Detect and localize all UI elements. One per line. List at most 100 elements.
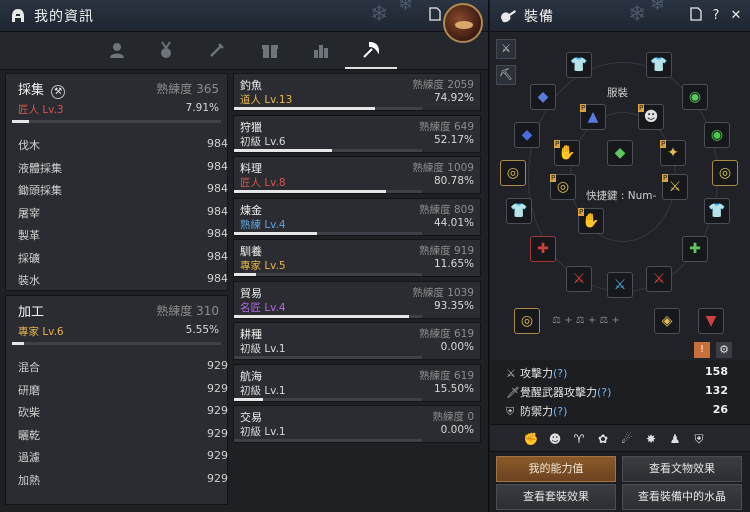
character-avatar[interactable] xyxy=(443,3,483,43)
help-icon[interactable]: ? xyxy=(708,7,724,25)
skill-progress-bar xyxy=(234,356,422,359)
armor-slot-icon[interactable]: 👕 xyxy=(566,52,592,78)
stat-row: ⛨ 防禦力(?) 26 xyxy=(506,403,728,419)
mask-icon[interactable]: ☻ xyxy=(546,430,564,448)
skill-percent: 80.78% xyxy=(433,175,474,187)
costume-sub-slot-icon[interactable]: ⚔ xyxy=(662,174,688,200)
costume-weapon-slot-icon[interactable]: ◎ xyxy=(550,174,576,200)
document-icon[interactable] xyxy=(688,7,704,25)
gold-ring-slot-icon[interactable]: ◎ xyxy=(500,160,526,186)
awakening-weapon-slot-icon[interactable]: ⚔ xyxy=(607,272,633,298)
life-skill-card[interactable]: 航海 熟練度 619 初級 Lv.1 15.50% xyxy=(233,363,481,402)
close-icon[interactable]: ✕ xyxy=(728,7,744,25)
equipment-window: 裝備 ❄ ❄ ? ✕ ⚔ ⛏ 服裝 快捷鍵 : Num- 👕 👕 ◆ ◉ ◆ ◉… xyxy=(490,0,750,512)
costume-hat-slot-icon[interactable]: ▲ xyxy=(580,104,606,130)
equipped-crystals-button[interactable]: 查看裝備中的水晶 xyxy=(622,484,742,510)
tab-stats-chart[interactable] xyxy=(308,38,334,62)
gloves-slot-icon[interactable]: ✚ xyxy=(530,236,556,262)
life-skill-card[interactable]: 狩獵 熟練度 649 初級 Lv.6 52.17% xyxy=(233,114,481,153)
snowflake-decoration: ❄ xyxy=(398,0,414,15)
boots-slot-icon[interactable]: 👕 xyxy=(704,198,730,224)
life-skill-card[interactable]: 貿易 熟練度 1039 名匠 Lv.4 93.35% xyxy=(233,280,481,319)
skill-sub-item: 研磨 929 xyxy=(18,382,228,398)
tab-medal[interactable] xyxy=(153,38,179,62)
stats-panel: ⚔ 攻擊力(?) 158 🗡覺醒武器攻擊力(?) 132 ⛨ 防禦力(?) 26 xyxy=(490,360,750,422)
wolf-icon[interactable]: ✸ xyxy=(642,430,660,448)
skill-level: 名匠 Lv.4 xyxy=(240,301,286,314)
equipment-title-bar: 裝備 ❄ ❄ ? ✕ xyxy=(490,0,750,32)
set-effect-button[interactable]: 查看套裝效果 xyxy=(496,484,616,510)
belt-slot-icon[interactable]: ◉ xyxy=(682,84,708,110)
skill-progress-bar xyxy=(234,190,422,193)
stat-help[interactable]: (?) xyxy=(597,386,611,399)
progress-bar xyxy=(12,342,221,345)
chest-slot-icon[interactable]: 👕 xyxy=(646,52,672,78)
alchemy-stone-slot-icon[interactable]: ◎ xyxy=(514,308,540,334)
stat-help[interactable]: (?) xyxy=(553,405,567,418)
stat-help[interactable]: (?) xyxy=(553,367,567,380)
horns-icon[interactable]: ♈ xyxy=(570,430,588,448)
helmet-slot-icon[interactable]: 👕 xyxy=(506,198,532,224)
weapon-swap-icon[interactable]: ⚔ xyxy=(496,39,516,59)
pickaxe-icon[interactable]: ⛏ xyxy=(496,65,516,85)
costume-label: 服裝 xyxy=(607,87,628,99)
costume-top-slot-icon[interactable]: ☻ xyxy=(638,104,664,130)
sub-item-value: 929 xyxy=(207,359,228,372)
sub-weapon-slot-icon[interactable]: ⚔ xyxy=(646,266,672,292)
level-percent: 7.91% xyxy=(185,102,219,114)
costume-shoes-slot-icon[interactable]: ✋ xyxy=(578,208,604,234)
skill-level: 初級 Lv.1 xyxy=(240,384,286,397)
skill-progress-bar xyxy=(234,397,422,401)
document-icon[interactable] xyxy=(427,7,443,25)
life-skill-card[interactable]: 煉金 熟練度 809 熟練 Lv.4 44.01% xyxy=(233,197,481,236)
skill-name: 馴養 xyxy=(240,245,262,258)
sub-item-value: 984 xyxy=(207,159,228,173)
tab-tools[interactable] xyxy=(204,38,230,62)
skill-percent: 74.92% xyxy=(433,92,474,104)
life-skill-card[interactable]: 馴養 熟練度 919 專家 Lv.5 11.65% xyxy=(233,239,481,277)
dragon-icon[interactable]: ☄ xyxy=(618,430,636,448)
skill-name: 貿易 xyxy=(240,286,262,300)
equipment-slots-area: ⚔ ⛏ 服裝 快捷鍵 : Num- 👕 👕 ◆ ◉ ◆ ◉ ◎ ◎ 👕 👕 ✚ … xyxy=(490,32,750,360)
fist-icon[interactable]: ✊ xyxy=(522,430,540,448)
sub-item-name: 伐木 xyxy=(18,139,40,152)
costume-gloves-slot-icon[interactable]: ✋ xyxy=(554,140,580,166)
life-skill-card[interactable]: 釣魚 熟練度 2059 道人 Lv.13 74.92% xyxy=(233,73,481,111)
skill-name: 交易 xyxy=(240,411,262,424)
skill-sub-item: 鋤頭採集 984 xyxy=(18,182,228,198)
exclamation-icon[interactable]: ! xyxy=(694,342,710,358)
paw-icon[interactable]: ✿ xyxy=(594,430,612,448)
category-title: 採集 ⚒ xyxy=(18,79,66,99)
artifact-slot-icon[interactable]: ▼ xyxy=(698,308,724,334)
ring-slot-icon[interactable]: ◉ xyxy=(704,122,730,148)
proficiency: 熟練度 809 xyxy=(419,203,474,216)
tab-gift[interactable] xyxy=(257,38,283,62)
life-skill-card[interactable]: 料理 熟練度 1009 匠人 Lv.8 80.78% xyxy=(233,156,481,194)
gold-ring-slot-icon[interactable]: ◎ xyxy=(712,160,738,186)
sub-item-value: 929 xyxy=(207,426,228,440)
gathering-panel: 採集 ⚒ 熟練度 365 匠人 Lv.3 7.91% 伐木 984 液體採集 984 鋤… xyxy=(5,73,228,291)
tab-profile[interactable] xyxy=(104,38,130,62)
shield-icon[interactable]: ⛨ xyxy=(690,430,708,448)
lightstone-slot-icon[interactable]: ◆ xyxy=(607,140,633,166)
earring-slot-icon[interactable]: ◆ xyxy=(514,122,540,148)
necklace-slot-icon[interactable]: ◆ xyxy=(530,84,556,110)
proficiency: 熟練度 365 xyxy=(156,82,219,96)
costume-accessory-slot-icon[interactable]: ✦ xyxy=(660,140,686,166)
costume-slot-icon[interactable]: ✚ xyxy=(682,236,708,262)
sub-item-name: 屠宰 xyxy=(18,206,40,220)
main-weapon-slot-icon[interactable]: ⚔ xyxy=(566,266,592,292)
tab-life-skills[interactable] xyxy=(358,38,384,62)
window-title: 裝備 xyxy=(524,8,554,25)
person-icon[interactable]: ♟ xyxy=(666,430,684,448)
shield-icon: ⛨ xyxy=(506,405,515,418)
life-skill-card[interactable]: 耕種 熟練度 619 初級 Lv.1 0.00% xyxy=(233,322,481,360)
shortcut-label: 快捷鍵 : Num- xyxy=(586,190,657,202)
gear-icon[interactable]: ⚙ xyxy=(716,342,732,358)
artifact-effect-button[interactable]: 查看文物效果 xyxy=(622,456,742,482)
life-skill-card[interactable]: 交易 熟練度 0 初級 Lv.1 0.00% xyxy=(233,405,481,443)
my-ability-button[interactable]: 我的能力值 xyxy=(496,456,616,482)
feature-icons-row: ✊ ☻ ♈ ✿ ☄ ✸ ♟ ⛨ xyxy=(490,424,750,452)
pet-slot-icon[interactable]: ◈ xyxy=(654,308,680,334)
skill-percent: 93.35% xyxy=(433,299,474,312)
